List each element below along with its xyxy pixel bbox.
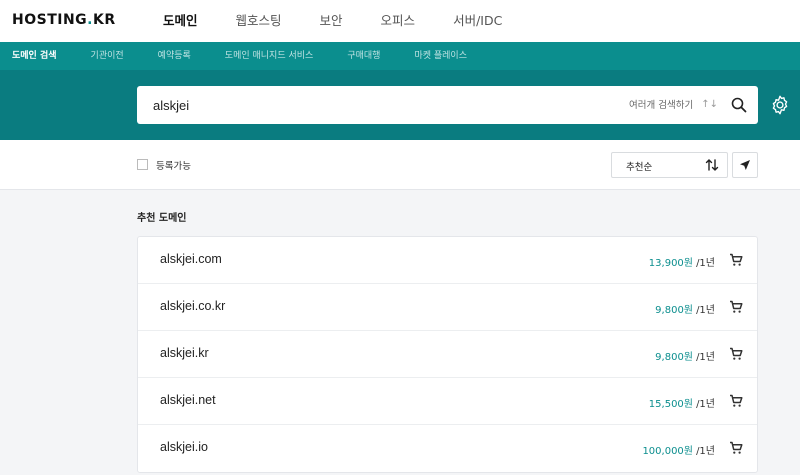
logo-text: HOSTING xyxy=(12,12,88,28)
search-button[interactable] xyxy=(728,94,750,116)
gear-icon xyxy=(772,95,788,115)
sort-dropdown[interactable]: 추천순 xyxy=(611,152,728,178)
subnav-managed-service[interactable]: 도메인 매니지드 서비스 xyxy=(225,42,314,70)
domain-price: 13,900원 xyxy=(648,258,693,269)
search-icon xyxy=(731,97,747,113)
domain-price: 9,800원 xyxy=(655,305,693,316)
domain-period: /1년 xyxy=(696,352,715,363)
domain-price: 9,800원 xyxy=(655,352,693,363)
sub-nav: 도메인 검색 기관이전 예약등록 도메인 매니지드 서비스 구매대행 마켓 플레… xyxy=(0,42,800,70)
search-input[interactable] xyxy=(153,95,553,115)
domain-period: /1년 xyxy=(696,305,715,316)
sort-arrows-icon xyxy=(705,159,719,171)
available-only-checkbox[interactable] xyxy=(137,159,148,170)
domain-row[interactable]: alskjei.kr 9,800원 /1년 xyxy=(138,331,757,378)
search-band: 여러개 검색하기 ↑↓ xyxy=(0,70,800,140)
nav-office[interactable]: 오피스 xyxy=(381,0,416,42)
swap-icon: ↑↓ xyxy=(701,98,718,110)
domain-row[interactable]: alskjei.io 100,000원 /1년 xyxy=(138,425,757,472)
subnav-transfer[interactable]: 기관이전 xyxy=(91,42,124,70)
domain-name: alskjei.io xyxy=(160,440,208,454)
cart-icon[interactable] xyxy=(729,300,743,314)
multi-search-toggle[interactable]: 여러개 검색하기 ↑↓ xyxy=(629,97,718,112)
domain-period: /1년 xyxy=(696,399,715,410)
domain-row[interactable]: alskjei.com 13,900원 /1년 xyxy=(138,237,757,284)
sub-navigation-bar: 도메인 검색 기관이전 예약등록 도메인 매니지드 서비스 구매대행 마켓 플레… xyxy=(0,42,800,70)
subnav-domain-search[interactable]: 도메인 검색 xyxy=(12,42,57,70)
cart-icon[interactable] xyxy=(729,253,743,267)
domain-row[interactable]: alskjei.net 15,500원 /1년 xyxy=(138,378,757,425)
domain-name: alskjei.com xyxy=(160,252,222,266)
domain-name: alskjei.co.kr xyxy=(160,299,226,313)
cart-icon[interactable] xyxy=(729,441,743,455)
cart-icon[interactable] xyxy=(729,394,743,408)
domain-period: /1년 xyxy=(696,446,715,457)
subnav-purchase-agency[interactable]: 구매대행 xyxy=(347,42,380,70)
domain-name: alskjei.kr xyxy=(160,346,209,360)
share-button[interactable] xyxy=(732,152,758,178)
filter-bar: 등록가능 추천순 xyxy=(0,140,800,190)
available-only-label: 등록가능 xyxy=(156,161,191,172)
subnav-marketplace[interactable]: 마켓 플레이스 xyxy=(414,42,467,70)
logo-suffix: KR xyxy=(93,12,116,28)
nav-domain[interactable]: 도메인 xyxy=(163,0,198,42)
send-icon xyxy=(740,160,750,170)
sort-label: 추천순 xyxy=(626,162,653,173)
domain-price: 100,000원 xyxy=(642,446,693,457)
domain-period: /1년 xyxy=(696,258,715,269)
nav-server-idc[interactable]: 서버/IDC xyxy=(453,0,502,42)
domain-name: alskjei.net xyxy=(160,393,216,407)
nav-webhosting[interactable]: 웹호스팅 xyxy=(236,0,282,42)
cart-icon[interactable] xyxy=(729,347,743,361)
main-nav: 도메인 웹호스팅 보안 오피스 서버/IDC xyxy=(163,0,540,42)
settings-button[interactable] xyxy=(769,94,791,116)
multi-search-label: 여러개 검색하기 xyxy=(629,100,694,111)
domain-list: alskjei.com 13,900원 /1년 alskjei.co.kr 9,… xyxy=(137,236,758,473)
nav-security[interactable]: 보안 xyxy=(320,0,343,42)
recommended-domains-title: 추천 도메인 xyxy=(137,213,187,224)
domain-row[interactable]: alskjei.co.kr 9,800원 /1년 xyxy=(138,284,757,331)
domain-price: 15,500원 xyxy=(648,399,693,410)
search-box: 여러개 검색하기 ↑↓ xyxy=(137,86,758,124)
hosting-kr-logo[interactable]: HOSTING.KR xyxy=(12,12,116,28)
subnav-reservation[interactable]: 예약등록 xyxy=(158,42,191,70)
top-navigation-bar: HOSTING.KR 도메인 웹호스팅 보안 오피스 서버/IDC xyxy=(0,0,800,42)
